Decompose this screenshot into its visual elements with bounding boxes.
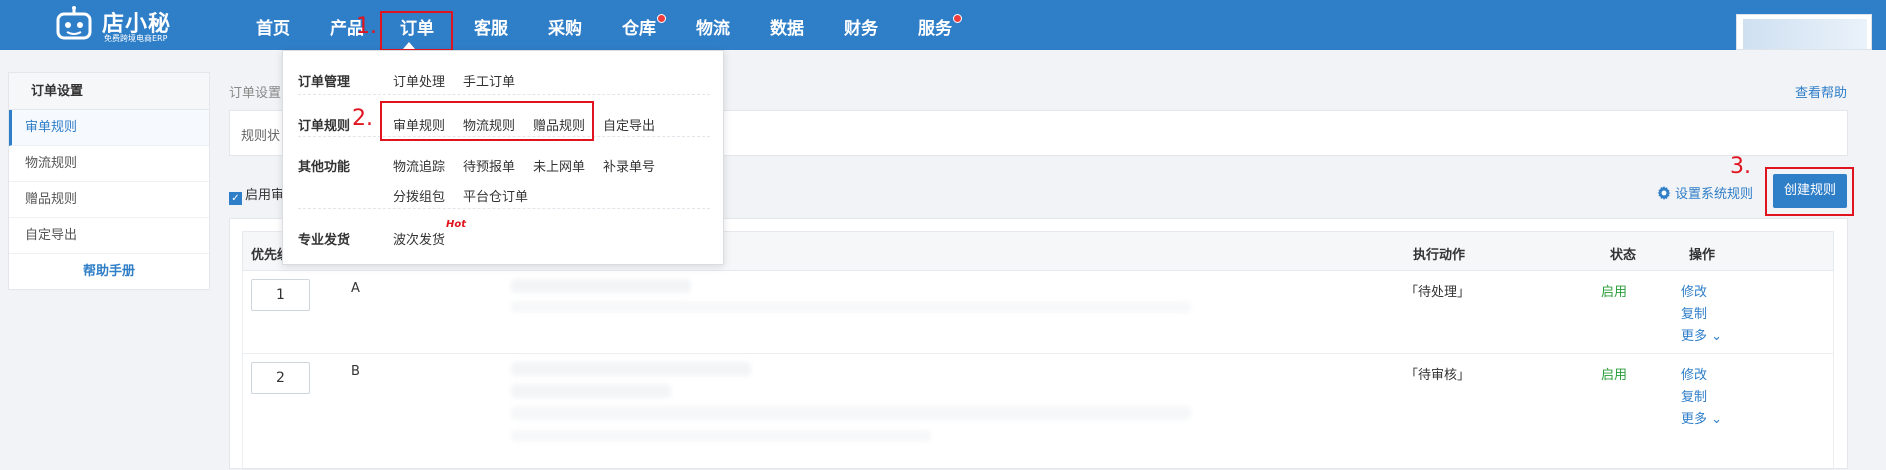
menu-group-title: 专业发货	[298, 233, 351, 248]
menu-group-order-management: 订单管理 订单处理 手工订单	[298, 51, 710, 95]
menu-item-not-online[interactable]: 未上网单	[533, 156, 585, 175]
gear-icon	[1657, 186, 1671, 200]
rule-name: B	[351, 364, 360, 379]
blurred-condition	[511, 279, 691, 293]
enable-audit-label: 启用审	[245, 188, 285, 203]
menu-item-custom-export[interactable]: 自定导出	[603, 115, 655, 134]
nav-warehouse[interactable]: 仓库	[622, 0, 666, 50]
blurred-condition	[511, 301, 1191, 313]
nav-logistics[interactable]: 物流	[696, 0, 730, 50]
table-row: 2 B 「待审核」 启用 修改 复制 更多 ⌄	[242, 354, 1834, 470]
more-dropdown[interactable]: 更多 ⌄	[1681, 325, 1722, 344]
rule-action: 「待处理」	[1405, 285, 1471, 300]
annotation-step-2: 2.	[352, 106, 373, 131]
edit-link[interactable]: 修改	[1681, 281, 1707, 300]
notification-dot	[657, 14, 666, 23]
nav-data[interactable]: 数据	[770, 0, 804, 50]
chevron-down-icon: ⌄	[1711, 329, 1723, 344]
hot-badge: Hot	[446, 219, 467, 230]
menu-item-platform-warehouse-order[interactable]: 平台仓订单	[463, 186, 528, 205]
menu-item-add-tracking[interactable]: 补录单号	[603, 156, 655, 175]
blurred-condition	[511, 362, 751, 376]
view-help-link[interactable]: 查看帮助	[1795, 82, 1847, 101]
more-dropdown[interactable]: 更多 ⌄	[1681, 408, 1722, 427]
menu-item-manual-order[interactable]: 手工订单	[463, 71, 515, 90]
edit-link[interactable]: 修改	[1681, 364, 1707, 383]
annotation-step-3: 3.	[1730, 154, 1751, 179]
set-system-rules-link[interactable]: 设置系统规则	[1657, 183, 1753, 202]
blurred-condition	[511, 406, 1191, 420]
brand-subtitle: 免费跨境电商ERP	[104, 34, 168, 43]
help-manual-link[interactable]: 帮助手册	[9, 254, 209, 290]
th-operations: 操作	[1689, 248, 1716, 263]
robot-logo-icon	[56, 6, 92, 40]
priority-input[interactable]: 1	[251, 279, 310, 311]
annotation-box-orders	[380, 11, 453, 51]
menu-item-order-processing[interactable]: 订单处理	[393, 71, 445, 90]
logo[interactable]: 店小秘 免费跨境电商ERP	[50, 2, 180, 46]
enable-audit-checkbox[interactable]: ✓ 启用审	[229, 184, 284, 205]
sidebar-item-logistics-rules[interactable]: 物流规则	[9, 146, 209, 182]
sidebar: 订单设置 审单规则 物流规则 赠品规则 自定导出 帮助手册	[8, 72, 210, 290]
menu-group-pro-shipping: 专业发货 波次发货 Hot	[298, 209, 710, 259]
rule-action: 「待审核」	[1405, 368, 1471, 383]
blurred-condition	[511, 384, 671, 398]
menu-group-other-functions: 其他功能 物流追踪 待预报单 未上网单 补录单号 分拨组包 平台仓订单	[298, 137, 710, 209]
copy-link[interactable]: 复制	[1681, 386, 1707, 405]
breadcrumb: 订单设置	[229, 86, 282, 101]
th-action: 执行动作	[1413, 248, 1466, 263]
user-account-box[interactable]	[1736, 14, 1872, 50]
user-avatar-banner	[1743, 19, 1867, 49]
orders-dropdown-menu: 订单管理 订单处理 手工订单 订单规则 审单规则 物流规则 赠品规则 自定导出 …	[282, 50, 724, 265]
top-nav-bar: 店小秘 免费跨境电商ERP 首页 产品 订单 客服 采购 仓库 物流 数据 财务…	[0, 0, 1886, 50]
menu-item-pending-forecast[interactable]: 待预报单	[463, 156, 515, 175]
annotation-step-1: 1.	[356, 14, 377, 39]
menu-group-title: 订单管理	[298, 75, 351, 90]
sidebar-title: 订单设置	[9, 73, 209, 110]
checkbox-checked-icon: ✓	[229, 192, 242, 205]
nav-finance[interactable]: 财务	[844, 0, 878, 50]
status-badge: 启用	[1601, 285, 1628, 300]
menu-item-logistics-tracking[interactable]: 物流追踪	[393, 156, 445, 175]
blurred-condition	[511, 430, 931, 442]
th-status: 状态	[1610, 248, 1637, 263]
sidebar-item-audit-rules[interactable]: 审单规则	[9, 110, 209, 146]
copy-link[interactable]: 复制	[1681, 303, 1707, 322]
status-badge: 启用	[1601, 368, 1628, 383]
nav-customer-service[interactable]: 客服	[474, 0, 508, 50]
nav-service[interactable]: 服务	[918, 0, 962, 50]
menu-group-title: 订单规则	[298, 119, 351, 134]
nav-home[interactable]: 首页	[256, 0, 290, 50]
nav-purchase[interactable]: 采购	[548, 0, 582, 50]
rule-name: A	[351, 281, 360, 296]
menu-group-title: 其他功能	[298, 160, 351, 175]
annotation-box-order-rules	[380, 101, 594, 141]
status-filter-label: 规则状	[241, 129, 281, 144]
menu-item-split-pack[interactable]: 分拨组包	[393, 186, 445, 205]
sidebar-item-custom-export[interactable]: 自定导出	[9, 218, 209, 254]
chevron-down-icon: ⌄	[1711, 412, 1723, 427]
priority-input[interactable]: 2	[251, 362, 310, 394]
menu-item-wave-shipping[interactable]: 波次发货	[393, 229, 445, 248]
sidebar-item-gift-rules[interactable]: 赠品规则	[9, 182, 209, 218]
annotation-box-create	[1765, 167, 1854, 216]
table-row: 1 A 「待处理」 启用 修改 复制 更多 ⌄	[242, 271, 1834, 354]
notification-dot	[953, 14, 962, 23]
